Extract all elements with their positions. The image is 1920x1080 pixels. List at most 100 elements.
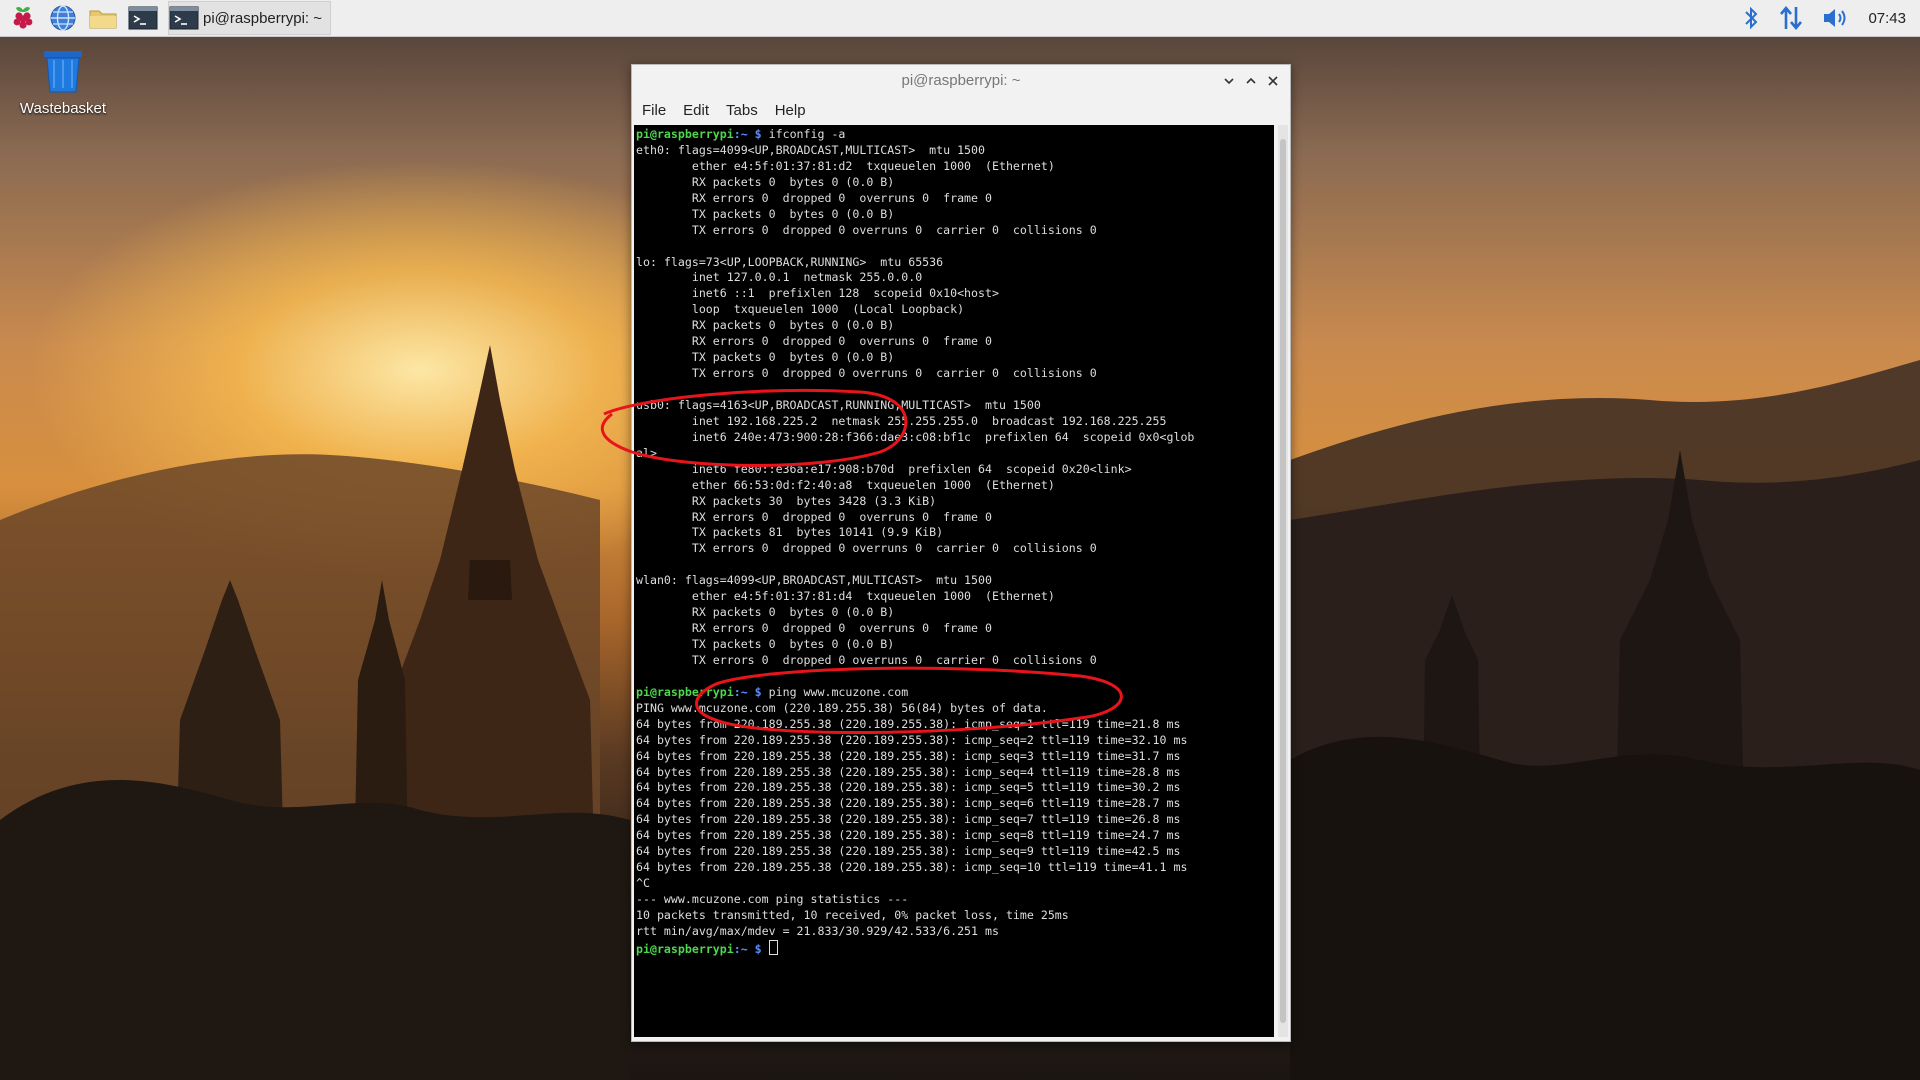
volume-button[interactable]: [1822, 6, 1850, 30]
terminal-line: pi@raspberrypi:~ $ ping www.mcuzone.com: [636, 685, 1274, 701]
terminal-line: pi@raspberrypi:~ $: [636, 939, 1274, 956]
terminal-line: TX packets 0 bytes 0 (0.0 B): [636, 206, 895, 221]
terminal-line: 64 bytes from 220.189.255.38 (220.189.25…: [636, 796, 1181, 811]
prompt-dir: :~ $: [733, 941, 762, 956]
terminal-scrollbar[interactable]: [1278, 125, 1288, 1037]
desktop-icon-label: Wastebasket: [19, 100, 107, 117]
terminal-line: 64 bytes from 220.189.255.38 (220.189.25…: [636, 780, 1181, 795]
terminal-line: 64 bytes from 220.189.255.38 (220.189.25…: [636, 748, 1181, 763]
desktop-icon-wastebasket[interactable]: Wastebasket: [8, 48, 118, 117]
terminal-line: pi@raspberrypi:~ $ ifconfig -a: [636, 127, 1274, 143]
terminal-line: TX errors 0 dropped 0 overruns 0 carrier…: [636, 366, 1097, 381]
terminal-line: al>: [636, 445, 657, 460]
terminal-line: inet6 fe80::e36a:e17:908:b70d prefixlen …: [636, 461, 1132, 476]
window-controls: [1218, 71, 1284, 91]
prompt-user: pi@raspberrypi: [636, 684, 734, 699]
terminal-icon: [169, 6, 199, 30]
terminal-launcher[interactable]: [126, 2, 160, 34]
terminal-line: inet6 ::1 prefixlen 128 scopeid 0x10<hos…: [636, 286, 999, 301]
terminal-line: TX packets 0 bytes 0 (0.0 B): [636, 350, 895, 365]
scrollbar-thumb[interactable]: [1280, 139, 1286, 1023]
window-titlebar[interactable]: pi@raspberrypi: ~: [632, 65, 1290, 97]
window-title: pi@raspberrypi: ~: [901, 72, 1021, 89]
terminal-line: ether 66:53:0d:f2:40:a8 txqueuelen 1000 …: [636, 477, 1055, 492]
terminal-line: 64 bytes from 220.189.255.38 (220.189.25…: [636, 828, 1181, 843]
terminal-line: inet6 240e:473:900:28:f366:dae3:c08:bf1c…: [636, 429, 1195, 444]
terminal-line: 64 bytes from 220.189.255.38 (220.189.25…: [636, 812, 1181, 827]
terminal-line: usb0: flags=4163<UP,BROADCAST,RUNNING,MU…: [636, 397, 1041, 412]
terminal-line: RX packets 0 bytes 0 (0.0 B): [636, 174, 895, 189]
network-button[interactable]: [1778, 5, 1804, 31]
terminal-line: inet 192.168.225.2 netmask 255.255.255.0…: [636, 413, 1167, 428]
raspberry-icon: [13, 6, 33, 29]
prompt-command: ping www.mcuzone.com: [761, 684, 909, 699]
terminal-line: RX errors 0 dropped 0 overruns 0 frame 0: [636, 621, 992, 636]
menu-help[interactable]: Help: [775, 102, 806, 119]
minimize-button[interactable]: [1218, 71, 1240, 91]
menu-tabs[interactable]: Tabs: [726, 102, 758, 119]
system-tray: 07:43: [1742, 0, 1920, 36]
terminal-window: pi@raspberrypi: ~ File Edit Tabs Help pi…: [631, 64, 1291, 1042]
prompt-dir: :~ $: [733, 127, 762, 141]
taskbar: pi@raspberrypi: ~ 07:43: [0, 0, 1920, 37]
network-updown-icon: [1780, 5, 1803, 31]
terminal-line: TX packets 81 bytes 10141 (9.9 KiB): [636, 525, 944, 540]
prompt-dir: :~ $: [733, 684, 762, 699]
taskbar-window-label: pi@raspberrypi: ~: [203, 9, 323, 27]
terminal-text: pi@raspberrypi:~ $ ifconfig -a eth0: flag…: [634, 125, 1274, 956]
terminal-line: RX errors 0 dropped 0 overruns 0 frame 0: [636, 509, 992, 524]
terminal-output[interactable]: pi@raspberrypi:~ $ ifconfig -a eth0: flag…: [634, 125, 1274, 1037]
raspberry-menu-button[interactable]: [6, 2, 40, 34]
volume-icon: [1824, 9, 1846, 27]
text-cursor: [768, 939, 778, 955]
terminal-line: inet 127.0.0.1 netmask 255.0.0.0: [636, 270, 923, 285]
file-manager-launcher[interactable]: [86, 2, 120, 34]
bluetooth-button[interactable]: [1742, 5, 1760, 31]
terminal-line: 64 bytes from 220.189.255.38 (220.189.25…: [636, 716, 1181, 731]
terminal-line: ether e4:5f:01:37:81:d4 txqueuelen 1000 …: [636, 589, 1055, 604]
terminal-line: RX packets 0 bytes 0 (0.0 B): [636, 318, 895, 333]
terminal-line: 10 packets transmitted, 10 received, 0% …: [636, 907, 1069, 922]
maximize-button[interactable]: [1240, 71, 1262, 91]
terminal-line: rtt min/avg/max/mdev = 21.833/30.929/42.…: [636, 923, 999, 938]
prompt-user: pi@raspberrypi: [636, 127, 734, 141]
minimize-icon: [1224, 78, 1234, 85]
terminal-line: ^C: [636, 876, 650, 891]
prompt-command: [762, 942, 769, 956]
trash-icon: [44, 51, 82, 93]
terminal-line: RX packets 0 bytes 0 (0.0 B): [636, 605, 895, 620]
terminal-line: eth0: flags=4099<UP,BROADCAST,MULTICAST>…: [636, 142, 986, 157]
clock[interactable]: 07:43: [1868, 10, 1906, 27]
terminal-line: PING www.mcuzone.com (220.189.255.38) 56…: [636, 700, 1048, 715]
terminal-line: lo: flags=73<UP,LOOPBACK,RUNNING> mtu 65…: [636, 254, 944, 269]
terminal-line: ether e4:5f:01:37:81:d2 txqueuelen 1000 …: [636, 158, 1055, 173]
close-button[interactable]: [1262, 71, 1284, 91]
window-menubar: File Edit Tabs Help: [632, 97, 1290, 123]
web-browser-launcher[interactable]: [46, 2, 80, 34]
terminal-line: --- www.mcuzone.com ping statistics ---: [636, 892, 909, 906]
terminal-line: 64 bytes from 220.189.255.38 (220.189.25…: [636, 732, 1188, 747]
terminal-line: TX packets 0 bytes 0 (0.0 B): [636, 637, 895, 651]
terminal-icon: [128, 6, 158, 30]
terminal-line: TX errors 0 dropped 0 overruns 0 carrier…: [636, 222, 1097, 237]
terminal-line: 64 bytes from 220.189.255.38 (220.189.25…: [636, 860, 1188, 875]
close-icon: [1268, 76, 1278, 86]
terminal-line: RX errors 0 dropped 0 overruns 0 frame 0: [636, 190, 992, 205]
folder-icon: [89, 10, 117, 29]
taskbar-window-button[interactable]: pi@raspberrypi: ~: [168, 1, 332, 35]
prompt-command: ifconfig -a: [761, 127, 846, 141]
maximize-icon: [1246, 77, 1256, 84]
bluetooth-icon: [1745, 6, 1758, 30]
terminal-line: loop txqueuelen 1000 (Local Loopback): [636, 302, 965, 317]
terminal-line: RX packets 30 bytes 3428 (3.3 KiB): [636, 493, 937, 508]
terminal-line: 64 bytes from 220.189.255.38 (220.189.25…: [636, 844, 1181, 859]
menu-file[interactable]: File: [642, 102, 666, 119]
terminal-line: 64 bytes from 220.189.255.38 (220.189.25…: [636, 764, 1181, 779]
terminal-line: TX errors 0 dropped 0 overruns 0 carrier…: [636, 541, 1097, 556]
terminal-line: wlan0: flags=4099<UP,BROADCAST,MULTICAST…: [636, 573, 992, 588]
menu-edit[interactable]: Edit: [683, 102, 709, 119]
